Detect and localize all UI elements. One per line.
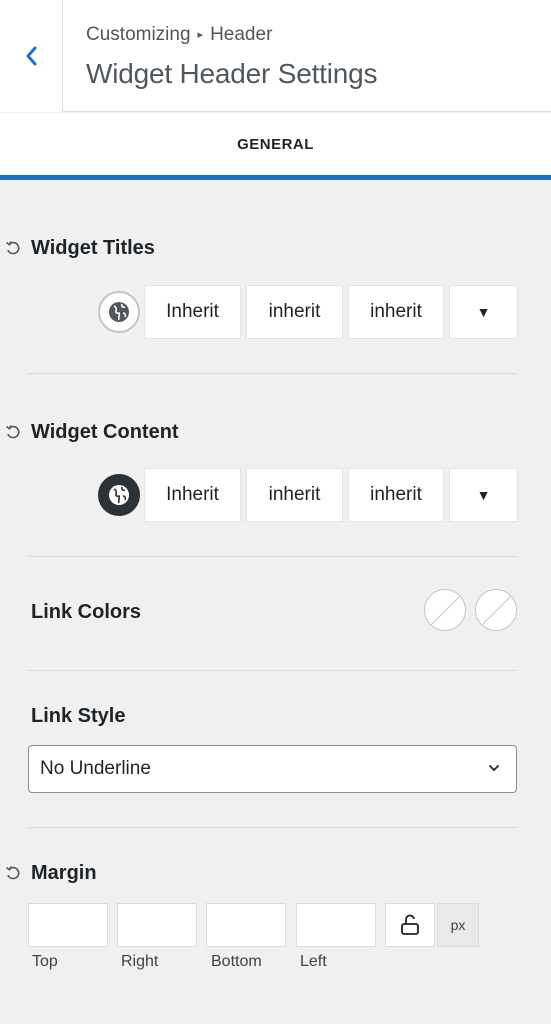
widget-content-label: Widget Content (31, 421, 179, 443)
margin-top-input[interactable] (28, 903, 108, 947)
link-style-label: Link Style (31, 705, 126, 727)
unit-selector[interactable]: px (437, 903, 479, 947)
caret-down-icon: ▼ (476, 304, 491, 320)
margin-right-input[interactable] (117, 903, 197, 947)
breadcrumb-parent: Customizing (86, 24, 191, 45)
panel-title: Widget Header Settings (86, 58, 378, 89)
margin-label: Margin (31, 862, 97, 884)
divider (28, 670, 517, 671)
customizer-header: Customizing ▸ Header Widget Header Setting… (0, 0, 551, 112)
widget-titles-typography: Inherit inherit inherit ▼ (98, 285, 518, 339)
widget-content-typography: Inherit inherit inherit ▼ (98, 468, 518, 522)
caret-down-icon: ▼ (476, 487, 491, 503)
widget-titles-label: Widget Titles (31, 237, 155, 259)
back-button[interactable] (0, 0, 63, 112)
chevron-down-icon (489, 765, 499, 771)
globe-icon[interactable] (98, 474, 140, 516)
link-values-button[interactable] (385, 903, 435, 947)
typography-dropdown-button[interactable]: ▼ (449, 468, 518, 522)
font-weight-select[interactable]: inherit (246, 468, 343, 522)
chevron-left-icon (26, 46, 37, 66)
link-style-select[interactable]: No Underline (28, 745, 517, 793)
font-weight-select[interactable]: inherit (246, 285, 343, 339)
margin-right-label: Right (121, 953, 159, 970)
link-color-swatch[interactable] (424, 589, 466, 631)
breadcrumb-separator-icon: ▸ (197, 29, 204, 41)
tab-general[interactable]: GENERAL (0, 113, 551, 176)
breadcrumb-current: Header (210, 24, 273, 45)
link-hover-color-swatch[interactable] (475, 589, 517, 631)
typography-dropdown-button[interactable]: ▼ (449, 285, 518, 339)
divider (28, 373, 517, 374)
font-style-select[interactable]: inherit (348, 285, 444, 339)
reset-icon[interactable] (5, 865, 21, 881)
margin-bottom-input[interactable] (206, 903, 286, 947)
divider (28, 827, 517, 828)
font-family-select[interactable]: Inherit (144, 285, 241, 339)
unlock-icon (401, 914, 419, 935)
margin-left-input[interactable] (296, 903, 376, 947)
font-family-select[interactable]: Inherit (144, 468, 241, 522)
tab-bar: GENERAL (0, 113, 551, 176)
active-tab-indicator (0, 175, 551, 180)
reset-icon[interactable] (5, 424, 21, 440)
breadcrumb: Customizing ▸ Header (86, 24, 272, 46)
font-style-select[interactable]: inherit (348, 468, 444, 522)
margin-top-label: Top (32, 953, 58, 970)
margin-left-label: Left (300, 953, 327, 970)
reset-icon[interactable] (5, 240, 21, 256)
globe-icon[interactable] (98, 291, 140, 333)
divider (28, 556, 517, 557)
margin-bottom-label: Bottom (211, 953, 262, 970)
link-colors-label: Link Colors (31, 601, 142, 623)
link-style-value: No Underline (40, 758, 151, 779)
